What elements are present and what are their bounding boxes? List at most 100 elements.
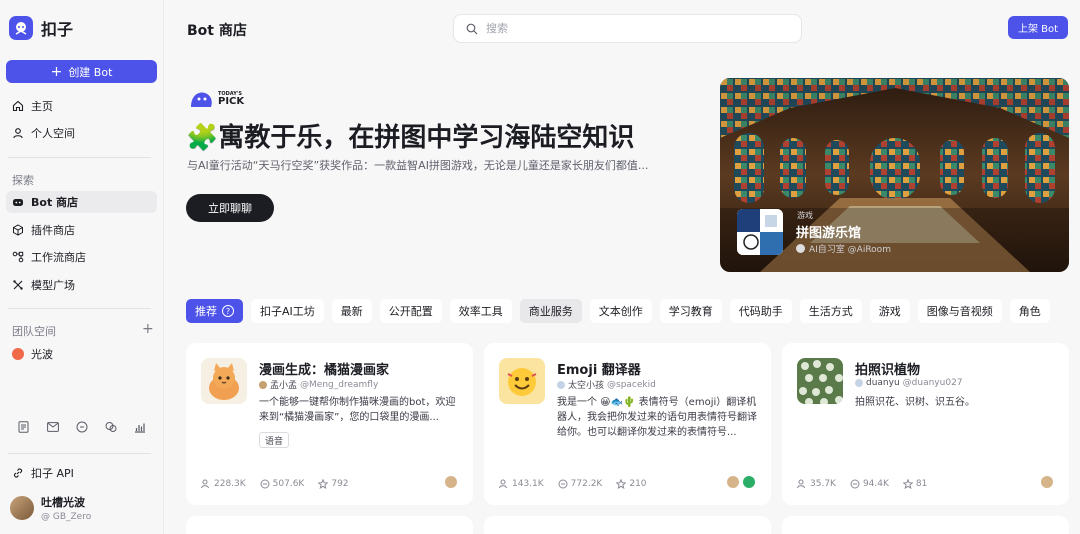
sidebar-item-coze-api[interactable]: 扣子 API: [6, 462, 157, 484]
tab-public-config[interactable]: 公开配置: [379, 299, 442, 323]
publish-bot-button[interactable]: 上架 Bot: [1008, 16, 1068, 39]
feedback-icon[interactable]: [74, 419, 89, 434]
bot-tag: 语音: [259, 432, 290, 448]
sidebar: 扣子 + 创建 Bot 主页 个人空间 探索 Bot 商店 插件商店 工作流商店…: [0, 0, 164, 534]
sidebar-item-label: 主页: [31, 100, 53, 113]
sidebar-item-home[interactable]: 主页: [6, 95, 157, 117]
document-icon[interactable]: [16, 419, 31, 434]
create-bot-label: 创建 Bot: [68, 65, 113, 79]
tab-business-services[interactable]: 商业服务: [519, 299, 582, 323]
tab-label: 推荐: [195, 305, 217, 318]
platform-icons: [727, 476, 755, 488]
doubao-platform-icon: [445, 476, 457, 488]
user-name: 吐槽光波: [41, 496, 85, 509]
category-tabs: 推荐 ? 扣子AI工坊 最新 公开配置 效率工具 商业服务 文本创作 学习教育 …: [186, 299, 1050, 323]
search-icon: [466, 23, 478, 34]
team-section-label: 团队空间: [12, 325, 56, 338]
sidebar-item-plugin-store[interactable]: 插件商店: [6, 219, 157, 241]
users-stat: 143.1K: [499, 479, 544, 489]
tab-coze-ai-workshop[interactable]: 扣子AI工坊: [251, 299, 324, 323]
app-name: 扣子: [41, 20, 74, 39]
add-team-icon[interactable]: +: [142, 321, 154, 337]
platform-icons: [445, 476, 457, 488]
featured-bot-author-text: AI自习室 @AiRoom: [809, 245, 891, 255]
chat-icon: [850, 479, 860, 489]
user-profile[interactable]: 吐槽光波 @ GB_Zero: [10, 494, 91, 522]
bot-stats: 35.7K 94.4K 81: [797, 479, 927, 489]
sidebar-item-label: 光波: [31, 348, 53, 361]
stars-stat: 81: [902, 479, 927, 489]
tab-image-audio-video[interactable]: 图像与音视频: [917, 299, 1002, 323]
chats-stat: 94.4K: [850, 479, 889, 489]
search-bar[interactable]: [453, 14, 802, 43]
users-stat: 35.7K: [797, 479, 836, 489]
sidebar-divider: [8, 453, 151, 454]
doubao-platform-icon: [1041, 476, 1053, 488]
bot-card-emoji-translator[interactable]: Emoji 翻译器 太空小孩 @spacekid 我是一个 😀🐟🌵 表情符号（e…: [484, 343, 771, 505]
author-handle: @Meng_dreamfly: [300, 379, 379, 390]
bot-stats: 228.3K 507.6K 792: [201, 479, 349, 489]
sidebar-item-personal[interactable]: 个人空间: [6, 122, 157, 144]
bot-author: 孟小孟 @Meng_dreamfly: [259, 378, 378, 391]
create-bot-button[interactable]: + 创建 Bot: [6, 60, 157, 83]
tab-latest[interactable]: 最新: [331, 299, 372, 323]
user-icon: [13, 128, 23, 139]
bot-card-peek[interactable]: [186, 516, 473, 534]
explore-section-label: 探索: [12, 174, 34, 187]
sidebar-item-team-guangbo[interactable]: 光波: [6, 343, 157, 365]
sidebar-item-label: Bot 商店: [31, 196, 79, 209]
sidebar-item-label: 扣子 API: [31, 467, 74, 480]
author-avatar-icon: [855, 379, 863, 387]
chat-now-button[interactable]: 立即聊聊: [186, 194, 274, 222]
pick-mascot-icon: [191, 92, 212, 107]
author-avatar-icon: [796, 244, 805, 253]
team-avatar-icon: [12, 348, 24, 360]
community-icon[interactable]: [103, 419, 118, 434]
bot-card-peek[interactable]: [782, 516, 1069, 534]
tab-productivity[interactable]: 效率工具: [449, 299, 512, 323]
author-name: 太空小孩: [568, 381, 605, 391]
wechat-platform-icon: [743, 476, 755, 488]
help-icon[interactable]: ?: [222, 305, 234, 317]
bot-card-peek[interactable]: [484, 516, 771, 534]
workflow-icon: [12, 251, 24, 263]
bot-author: duanyu @duanyu027: [855, 378, 963, 388]
doubao-platform-icon: [727, 476, 739, 488]
star-icon: [902, 479, 913, 489]
sidebar-item-label: 个人空间: [31, 127, 75, 140]
hero-title: 🧩寓教于乐，在拼图中学习海陆空知识: [186, 123, 635, 153]
stats-icon[interactable]: [132, 419, 147, 434]
sidebar-item-workflow-store[interactable]: 工作流商店: [6, 246, 157, 268]
users-icon: [797, 479, 805, 489]
featured-bot-tag: 游戏: [797, 211, 813, 220]
author-avatar-icon: [259, 380, 267, 389]
puzzle-bot-icon: [737, 209, 783, 255]
sidebar-item-label: 工作流商店: [31, 251, 86, 264]
bot-description: 我是一个 😀🐟🌵 表情符号（emoji）翻译机器人，我会把你发过来的语句用表情符…: [557, 397, 757, 438]
sidebar-divider: [8, 308, 151, 309]
author-handle: @duanyu027: [902, 378, 963, 388]
sidebar-item-model-square[interactable]: 模型广场: [6, 274, 157, 296]
tab-education[interactable]: 学习教育: [659, 299, 722, 323]
tab-code-assistant[interactable]: 代码助手: [729, 299, 792, 323]
users-icon: [201, 479, 209, 489]
tab-lifestyle[interactable]: 生活方式: [799, 299, 862, 323]
chat-icon: [260, 479, 270, 489]
model-icon: [13, 280, 23, 290]
featured-bot-title: 拼图游乐馆: [796, 226, 862, 241]
app-logo[interactable]: 扣子: [9, 16, 73, 40]
stars-stat: 792: [318, 479, 349, 489]
users-stat: 228.3K: [201, 479, 246, 489]
tab-roles[interactable]: 角色: [1009, 299, 1050, 323]
bot-card-plant-id[interactable]: 拍照识植物 duanyu @duanyu027 拍照识花、识树、识五谷。 35.…: [782, 343, 1069, 505]
author-avatar-icon: [557, 380, 565, 389]
tab-text-creation[interactable]: 文本创作: [589, 299, 652, 323]
search-input[interactable]: [486, 22, 786, 35]
bot-description: 拍照识花、识树、识五谷。: [855, 397, 975, 408]
mail-icon[interactable]: [45, 419, 60, 434]
tab-games[interactable]: 游戏: [869, 299, 910, 323]
bot-card-cat-comic[interactable]: 漫画生成：橘猫漫画家 孟小孟 @Meng_dreamfly 一个能够一键帮你制作…: [186, 343, 473, 505]
sidebar-item-bot-store[interactable]: Bot 商店: [6, 191, 157, 213]
tab-recommended[interactable]: 推荐 ?: [186, 299, 243, 323]
bot-title: 拍照识植物: [855, 363, 921, 378]
